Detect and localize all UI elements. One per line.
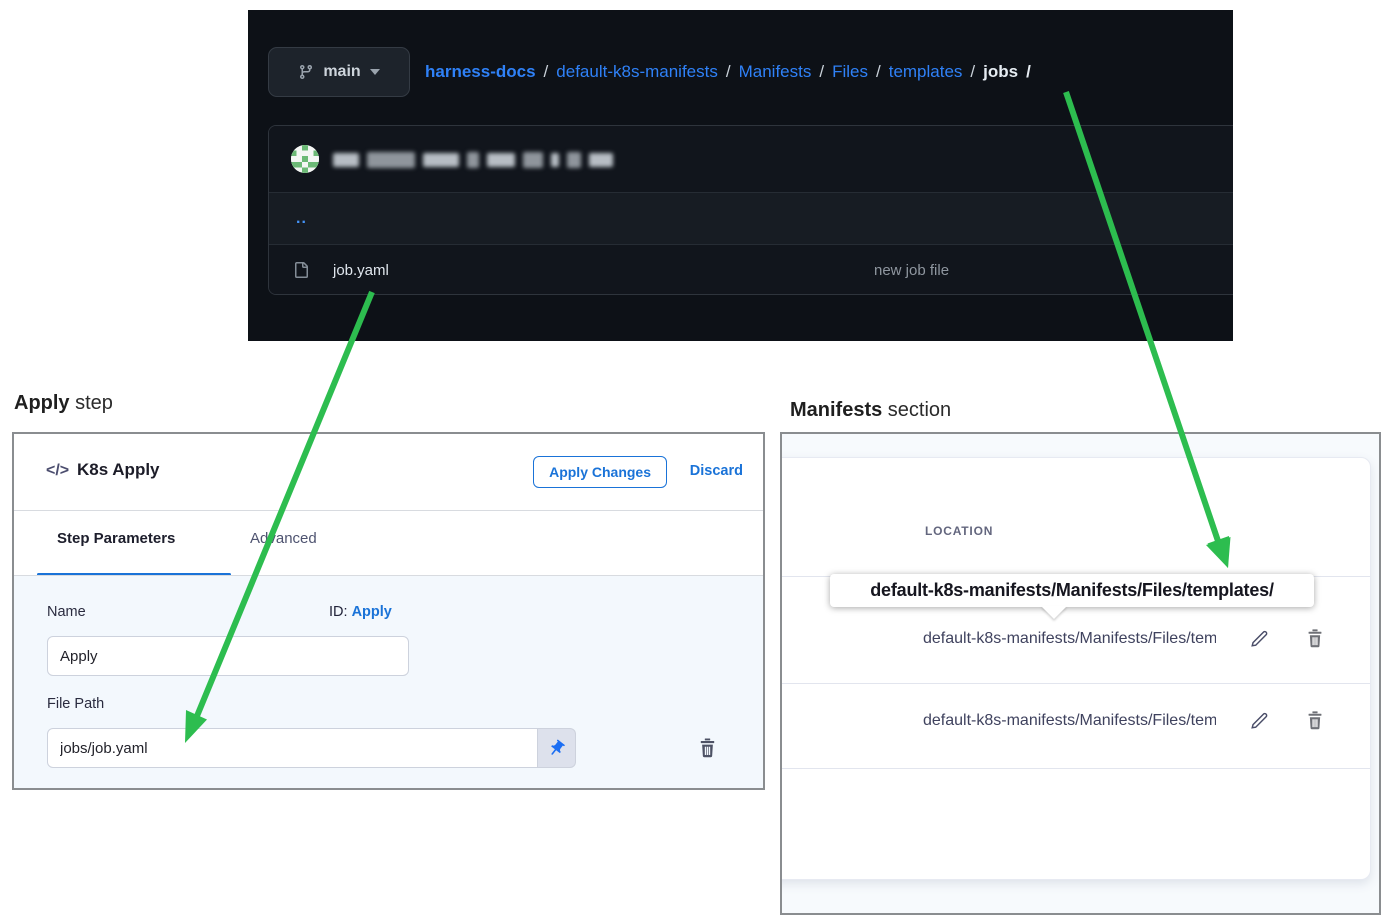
- breadcrumb-current-dir: jobs: [983, 62, 1018, 82]
- tooltip-caret: [1041, 606, 1067, 619]
- delete-step-button[interactable]: [696, 736, 720, 760]
- apply-step-caption-rest: step: [70, 392, 113, 414]
- header-divider: [14, 510, 763, 511]
- breadcrumb-separator: /: [970, 62, 975, 82]
- breadcrumb-separator: /: [544, 62, 549, 82]
- github-file-browser: main harness-docs / default-k8s-manifest…: [248, 10, 1233, 341]
- row-divider: [780, 683, 1370, 684]
- trash-icon: [696, 736, 719, 759]
- breadcrumb-separator: /: [819, 62, 824, 82]
- id-label: ID:: [329, 604, 348, 620]
- pin-icon: [547, 739, 566, 758]
- parent-directory-link[interactable]: ..: [269, 210, 307, 228]
- redacted-commit-message: [333, 152, 613, 168]
- manifests-caption-rest: section: [882, 399, 951, 421]
- discard-button[interactable]: Discard: [690, 463, 743, 479]
- edit-manifest-button[interactable]: [1248, 628, 1270, 650]
- apply-step-caption: Apply step: [14, 392, 113, 415]
- breadcrumb: harness-docs / default-k8s-manifests / M…: [425, 47, 1031, 97]
- name-input[interactable]: [47, 636, 409, 676]
- fixed-value-pin-button[interactable]: [538, 728, 576, 768]
- file-path-label: File Path: [47, 696, 104, 712]
- breadcrumb-separator: /: [726, 62, 731, 82]
- id-value-link[interactable]: Apply: [352, 604, 392, 620]
- manifest-location-row: default-k8s-manifests/Manifests/Files/te…: [923, 712, 1216, 730]
- manifest-location-row: default-k8s-manifests/Manifests/Files/te…: [923, 630, 1216, 648]
- git-branch-icon: [298, 64, 314, 80]
- file-icon: [293, 262, 309, 283]
- step-id-row: ID: Apply: [329, 604, 392, 620]
- k8s-apply-step-panel: </> K8s Apply Apply Changes Discard Step…: [12, 432, 765, 790]
- delete-manifest-button[interactable]: [1304, 709, 1326, 731]
- manifests-caption-bold: Manifests: [790, 399, 882, 421]
- parent-directory-row[interactable]: ..: [269, 192, 1233, 244]
- location-column-header: LOCATION: [925, 524, 993, 538]
- pencil-icon: [1248, 710, 1270, 732]
- step-parameters-form: Name ID: Apply File Path: [14, 576, 763, 788]
- step-title: K8s Apply: [77, 460, 160, 480]
- apply-changes-label: Apply Changes: [549, 464, 651, 480]
- file-name-link[interactable]: job.yaml: [333, 262, 389, 279]
- manifests-card: LOCATION default-k8s-manifests/Manifests…: [780, 457, 1371, 880]
- edit-manifest-button[interactable]: [1248, 710, 1270, 732]
- screenshot-canvas: main harness-docs / default-k8s-manifest…: [0, 0, 1385, 921]
- branch-name: main: [323, 63, 360, 81]
- file-commit-message[interactable]: new job file: [874, 262, 949, 279]
- breadcrumb-dir-2[interactable]: Manifests: [739, 62, 812, 82]
- delete-manifest-button[interactable]: [1304, 627, 1326, 649]
- file-path-input[interactable]: [47, 728, 538, 768]
- trash-icon: [1304, 709, 1326, 731]
- manifests-section-panel: LOCATION default-k8s-manifests/Manifests…: [780, 432, 1381, 915]
- breadcrumb-separator: /: [876, 62, 881, 82]
- branch-selector-button[interactable]: main: [268, 47, 410, 97]
- latest-commit-row[interactable]: [269, 126, 1233, 192]
- chevron-down-icon: [370, 69, 380, 75]
- location-tooltip: default-k8s-manifests/Manifests/Files/te…: [830, 574, 1314, 607]
- pencil-icon: [1248, 628, 1270, 650]
- code-icon: </>: [46, 462, 69, 480]
- row-divider: [780, 768, 1370, 769]
- trash-icon: [1304, 627, 1326, 649]
- file-row[interactable]: job.yaml new job file: [269, 244, 1233, 295]
- breadcrumb-dir-4[interactable]: templates: [889, 62, 963, 82]
- file-list-table: .. job.yaml new job file: [268, 125, 1233, 295]
- tab-step-parameters[interactable]: Step Parameters: [57, 530, 175, 547]
- manifests-section-caption: Manifests section: [790, 399, 951, 422]
- breadcrumb-separator: /: [1026, 62, 1031, 82]
- breadcrumb-dir-3[interactable]: Files: [832, 62, 868, 82]
- apply-step-caption-bold: Apply: [14, 392, 70, 414]
- apply-changes-button[interactable]: Apply Changes: [533, 456, 667, 488]
- breadcrumb-dir-1[interactable]: default-k8s-manifests: [556, 62, 718, 82]
- file-path-group: [47, 728, 576, 768]
- breadcrumb-repo[interactable]: harness-docs: [425, 62, 536, 82]
- commit-avatar: [291, 145, 319, 173]
- tab-advanced[interactable]: Advanced: [250, 530, 317, 547]
- name-field-label: Name: [47, 604, 86, 620]
- step-panel-header: </> K8s Apply Apply Changes Discard: [14, 434, 763, 510]
